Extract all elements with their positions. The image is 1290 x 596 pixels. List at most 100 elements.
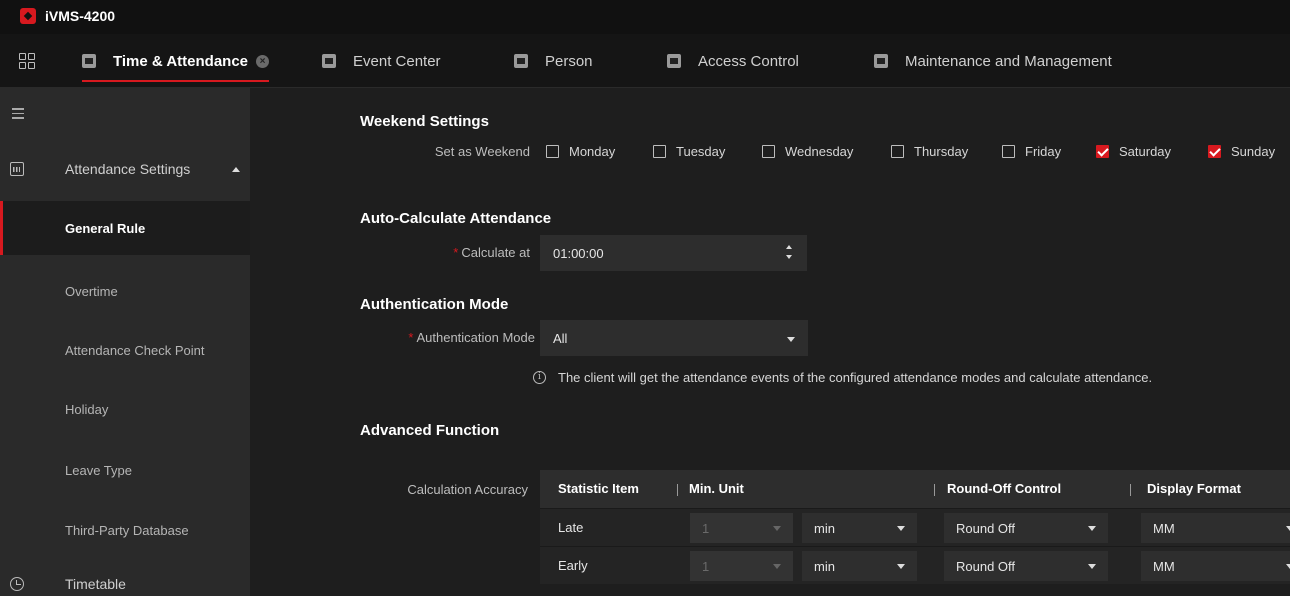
door-icon	[667, 54, 681, 68]
calculate-at-time-input[interactable]: 01:00:00	[540, 235, 807, 271]
checkbox-box[interactable]	[891, 145, 904, 158]
checkbox-label: Monday	[569, 144, 616, 159]
checkbox-saturday[interactable]: Saturday	[1096, 144, 1171, 159]
sidebar-item-label: Third-Party Database	[65, 522, 189, 538]
table-row: Late 1 min Round Off MM	[540, 508, 1290, 546]
time-spinner-icon[interactable]	[786, 245, 794, 263]
chevron-down-icon[interactable]	[897, 564, 905, 569]
checkbox-label: Thursday	[914, 144, 969, 159]
checkbox-box[interactable]	[1002, 145, 1015, 158]
sidebar-item-label: Attendance Check Point	[65, 342, 205, 358]
authentication-mode-info: i The client will get the attendance eve…	[533, 370, 1152, 385]
select-value: MM	[1153, 520, 1175, 536]
column-divider	[677, 484, 678, 496]
tab-maintenance[interactable]: Maintenance and Management	[874, 34, 1112, 88]
round-off-select[interactable]: Round Off	[944, 513, 1108, 543]
chevron-down-icon[interactable]	[1088, 526, 1096, 531]
authentication-mode-text: Authentication Mode	[416, 330, 535, 345]
sidebar-item-attendance-check-point[interactable]: Attendance Check Point	[0, 323, 250, 377]
authentication-mode-title: Authentication Mode	[360, 296, 509, 313]
column-header-statistic-item: Statistic Item	[558, 481, 639, 496]
checkbox-label: Tuesday	[676, 144, 726, 159]
min-unit-select[interactable]: min	[802, 551, 917, 581]
calendar-icon	[10, 162, 24, 176]
chevron-down-icon[interactable]	[787, 337, 795, 342]
tab-access-control[interactable]: Access Control	[667, 34, 799, 88]
min-unit-value-select: 1	[690, 513, 793, 543]
app-logo-icon	[20, 8, 36, 24]
weekend-settings-title: Weekend Settings	[360, 113, 489, 130]
sidebar-group-timetable[interactable]: Timetable	[0, 557, 250, 596]
hamburger-menu-icon[interactable]	[12, 108, 24, 119]
checkbox-box[interactable]	[653, 145, 666, 158]
checkbox-box[interactable]	[762, 145, 775, 158]
column-divider	[934, 484, 935, 496]
chevron-down-icon[interactable]	[1088, 564, 1096, 569]
select-value: Round Off	[956, 520, 1016, 536]
collapse-caret-icon[interactable]	[232, 166, 240, 172]
round-off-select[interactable]: Round Off	[944, 551, 1108, 581]
tab-label: Maintenance and Management	[905, 52, 1112, 70]
time-value: 01:00:00	[553, 245, 604, 261]
sidebar-item-third-party-database[interactable]: Third-Party Database	[0, 503, 250, 557]
close-icon[interactable]: ×	[256, 54, 270, 68]
sidebar-item-leave-type[interactable]: Leave Type	[0, 443, 250, 497]
sidebar-group-attendance-settings[interactable]: Attendance Settings	[0, 142, 250, 196]
info-icon: i	[533, 371, 546, 384]
tab-time-attendance[interactable]: Time & Attendance ×	[82, 34, 270, 88]
clock-icon	[10, 577, 24, 591]
select-value: min	[814, 520, 835, 536]
sidebar-item-overtime[interactable]: Overtime	[0, 264, 250, 318]
checkbox-sunday[interactable]: Sunday	[1208, 144, 1275, 159]
select-value: MM	[1153, 558, 1175, 574]
checkbox-friday[interactable]: Friday	[1002, 144, 1061, 159]
statistic-item-cell: Late	[558, 520, 584, 535]
main-content: Weekend Settings Set as Weekend Monday T…	[250, 88, 1290, 596]
checkbox-thursday[interactable]: Thursday	[891, 144, 968, 159]
info-text: The client will get the attendance event…	[558, 370, 1153, 385]
select-value: 1	[702, 558, 710, 574]
tab-person[interactable]: Person	[514, 34, 593, 88]
select-value: 1	[702, 520, 710, 536]
chevron-down-icon[interactable]	[1286, 564, 1290, 569]
sidebar-item-holiday[interactable]: Holiday	[0, 382, 250, 436]
sidebar-item-label: Leave Type	[65, 462, 132, 478]
checkbox-box-checked[interactable]	[1208, 145, 1221, 158]
tab-label: Time & Attendance	[113, 52, 249, 70]
alarm-icon	[322, 54, 336, 68]
column-header-display-format: Display Format	[1147, 481, 1241, 496]
checkbox-monday[interactable]: Monday	[546, 144, 615, 159]
chevron-down-icon	[773, 564, 781, 569]
authentication-mode-label: * Authentication Mode	[360, 330, 535, 345]
checkbox-box-checked[interactable]	[1096, 145, 1109, 158]
sidebar: Attendance Settings General Rule Overtim…	[0, 88, 250, 596]
calculate-at-label: * Calculate at	[360, 245, 530, 260]
sidebar-item-label: Holiday	[65, 401, 109, 417]
sidebar-group-label: Timetable	[65, 576, 126, 592]
required-mark: *	[408, 330, 414, 345]
app-title: iVMS-4200	[45, 8, 116, 24]
checkbox-wednesday[interactable]: Wednesday	[762, 144, 853, 159]
chevron-down-icon	[773, 526, 781, 531]
checkbox-box[interactable]	[546, 145, 559, 158]
sidebar-group-label: Attendance Settings	[65, 161, 191, 177]
checkbox-tuesday[interactable]: Tuesday	[653, 144, 725, 159]
tab-label: Event Center	[353, 52, 441, 70]
chevron-down-icon[interactable]	[1286, 526, 1290, 531]
min-unit-select[interactable]: min	[802, 513, 917, 543]
grid-menu-icon[interactable]	[19, 53, 35, 69]
dropdown-value: All	[553, 330, 568, 346]
tab-event-center[interactable]: Event Center	[322, 34, 441, 88]
tab-label: Person	[545, 52, 593, 70]
sidebar-item-general-rule[interactable]: General Rule	[0, 201, 250, 255]
table-row: Early 1 min Round Off MM	[540, 546, 1290, 584]
authentication-mode-dropdown[interactable]: All	[540, 320, 808, 356]
column-divider	[1130, 484, 1131, 496]
person-icon	[514, 54, 528, 68]
chevron-down-icon[interactable]	[897, 526, 905, 531]
module-tab-bar: Time & Attendance × Event Center Person …	[0, 34, 1290, 88]
column-header-round-off: Round-Off Control	[947, 481, 1062, 496]
maintenance-icon	[874, 54, 888, 68]
display-format-select[interactable]: MM	[1141, 551, 1290, 581]
display-format-select[interactable]: MM	[1141, 513, 1290, 543]
